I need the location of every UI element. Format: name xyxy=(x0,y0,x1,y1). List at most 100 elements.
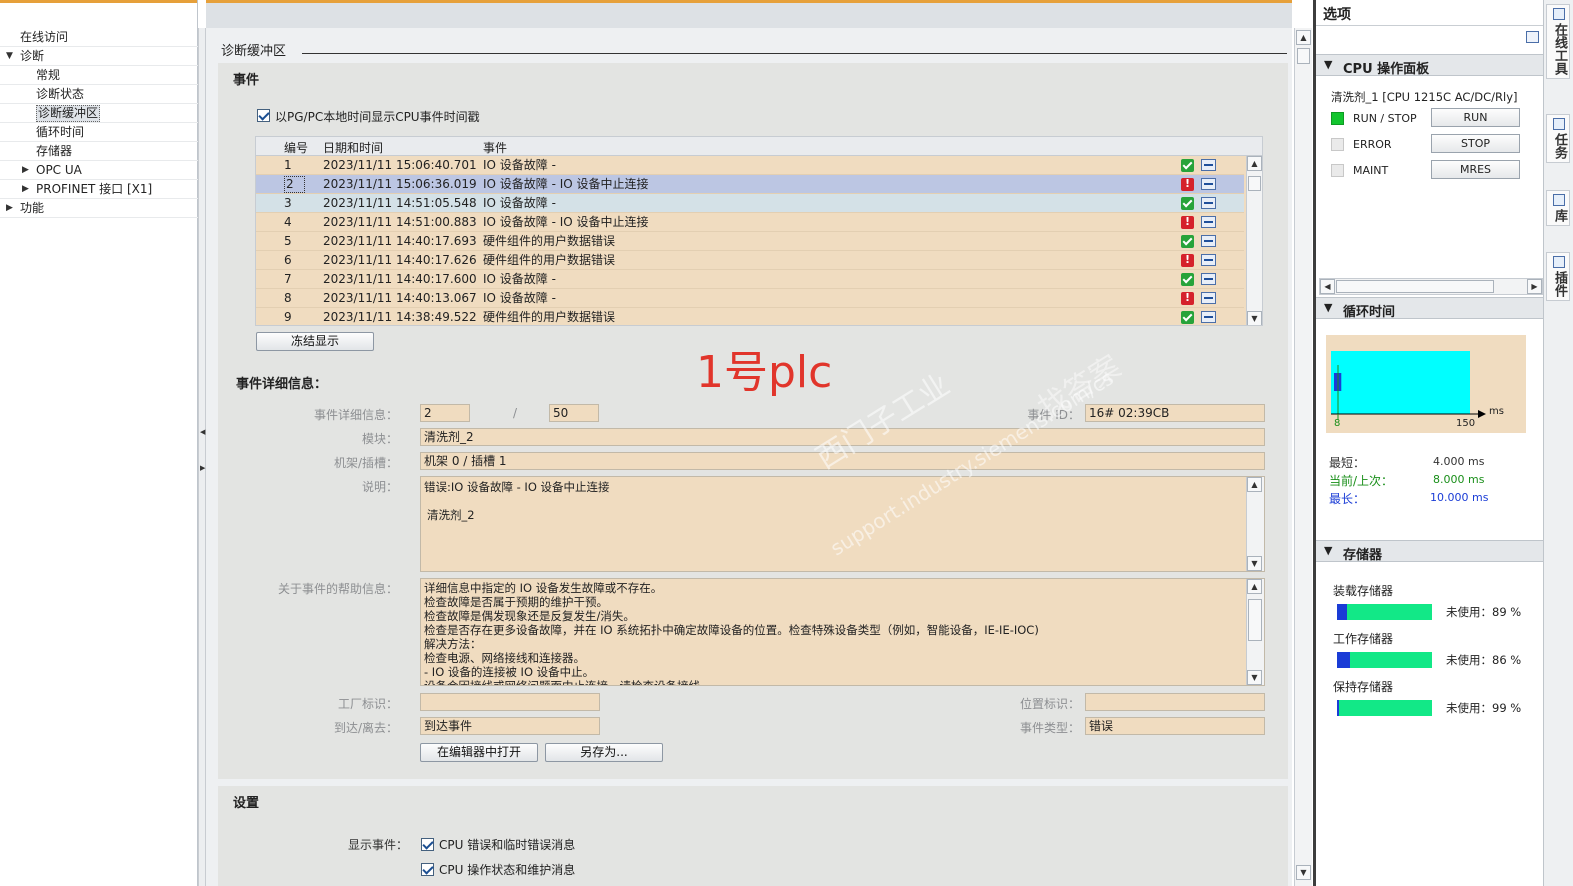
panel-splitter[interactable]: ◀ ▶ xyxy=(198,28,206,886)
table-row[interactable]: 9 2023/11/11 14:38:49.522 硬件组件的用户数据错误 xyxy=(256,308,1244,325)
memory-used-fill xyxy=(1337,652,1351,668)
scroll-up-icon[interactable]: ▲ xyxy=(1247,156,1262,171)
col-header-event[interactable]: 事件 xyxy=(483,139,507,156)
tree-item[interactable]: ▶ 功能 xyxy=(0,199,198,218)
event-id-field: 16# 02:39CB xyxy=(1085,404,1265,422)
incoming-event-icon xyxy=(1201,159,1216,171)
help-line: 检查电源、网络接线和连接器。 xyxy=(424,651,585,665)
table-row[interactable]: 3 2023/11/11 14:51:05.548 IO 设备故障 - xyxy=(256,194,1244,213)
tree-item[interactable]: 在线访问 xyxy=(0,28,198,47)
vertical-tab[interactable]: 任务 xyxy=(1546,114,1570,163)
event-table-header: 编号 日期和时间 事件 xyxy=(256,137,1262,156)
cycle-time-header[interactable]: ▼ 循环时间 xyxy=(1316,297,1543,320)
open-in-editor-button[interactable]: 在编辑器中打开 xyxy=(420,743,538,762)
scroll-thumb[interactable] xyxy=(1248,176,1261,191)
project-tree: 在线访问 ▼ 诊断 常规 诊断状态 诊断缓冲区 循环时间存储器 ▶ OPC UA ▶ PROFINE… xyxy=(0,0,198,886)
status-error-icon xyxy=(1181,213,1194,231)
memory-header[interactable]: ▼ 存储器 xyxy=(1316,540,1543,563)
main-scrollbar[interactable]: ▲ ▼ xyxy=(1294,28,1312,886)
vertical-tab-label: 在线工具 xyxy=(1552,23,1567,75)
tree-item-label: 存储器 xyxy=(36,144,73,158)
scroll-down-icon[interactable]: ▼ xyxy=(1247,311,1262,325)
description-scrollbar[interactable]: ▲ ▼ xyxy=(1246,477,1264,571)
led-label: MAINT xyxy=(1353,164,1389,177)
vertical-tab[interactable]: 在线工具 xyxy=(1546,4,1570,79)
chevron-right-icon[interactable]: ▶ xyxy=(22,180,29,199)
cpu-mode-button[interactable]: MRES xyxy=(1431,160,1520,179)
scroll-up-icon[interactable]: ▲ xyxy=(1247,477,1262,492)
cpu-panel-header[interactable]: ▼ CPU 操作面板 xyxy=(1316,54,1543,77)
location-id-label: 位置标识： xyxy=(1019,697,1080,711)
led-label: RUN / STOP xyxy=(1353,112,1417,125)
shortest-label: 最短： xyxy=(1329,456,1366,470)
help-area[interactable]: 设备会因接线或网络问题而中止连接。请检查设备接线。 - IO 设备的连接被 IO … xyxy=(420,578,1265,686)
cell-event: IO 设备故障 - IO 设备中止连接 xyxy=(483,177,649,191)
tree-item[interactable]: ▼ 诊断 xyxy=(0,47,198,66)
status-error-icon xyxy=(1181,175,1194,193)
scroll-down-icon[interactable]: ▼ xyxy=(1247,556,1262,571)
scroll-thumb[interactable] xyxy=(1336,280,1494,293)
scroll-right-icon[interactable]: ▶ xyxy=(1527,279,1542,294)
scroll-up-icon[interactable]: ▲ xyxy=(1247,579,1262,594)
chevron-down-icon[interactable]: ▼ xyxy=(6,47,13,66)
options-title: 选项 xyxy=(1323,7,1351,23)
tree-item[interactable]: 常规 xyxy=(0,66,198,85)
led-label: ERROR xyxy=(1353,138,1392,151)
tree-item[interactable]: 诊断缓冲区 xyxy=(0,104,198,123)
main-titlebar xyxy=(206,3,1292,28)
tree-item[interactable]: ▶ OPC UA xyxy=(0,161,198,180)
status-led-icon xyxy=(1331,112,1344,125)
scroll-left-icon[interactable]: ◀ xyxy=(1320,279,1335,294)
help-scrollbar[interactable]: ▲ ▼ xyxy=(1246,579,1264,685)
chevron-right-icon[interactable]: ▶ xyxy=(6,199,13,218)
expand-right-icon[interactable]: ▶ xyxy=(200,464,205,472)
table-row[interactable]: 5 2023/11/11 14:40:17.693 硬件组件的用户数据错误 xyxy=(256,232,1244,251)
table-row[interactable]: 6 2023/11/11 14:40:17.626 硬件组件的用户数据错误 xyxy=(256,251,1244,270)
tree-item[interactable]: ▶ PROFINET 接口 [X1] xyxy=(0,180,198,199)
event-table-scrollbar[interactable]: ▲ ▼ xyxy=(1246,156,1262,325)
description-label: 说明： xyxy=(361,480,398,494)
scroll-thumb[interactable] xyxy=(1248,599,1262,641)
freeze-display-button[interactable]: 冻结显示 xyxy=(256,332,374,351)
cell-no: 1 xyxy=(284,158,292,172)
memory-label: 保持存储器 xyxy=(1333,680,1394,694)
save-as-button[interactable]: 另存为... xyxy=(545,743,663,762)
status-led-icon xyxy=(1331,138,1344,151)
local-time-checkbox[interactable] xyxy=(257,109,270,122)
scroll-down-icon[interactable]: ▼ xyxy=(1296,865,1311,880)
scroll-up-icon[interactable]: ▲ xyxy=(1296,30,1311,45)
vertical-tab[interactable]: 库 xyxy=(1546,190,1570,226)
tree-item[interactable]: 循环时间 xyxy=(0,123,198,142)
tree-item[interactable]: 存储器 xyxy=(0,142,198,161)
help-line: 详细信息中指定的 IO 设备发生故障或不存在。 xyxy=(424,581,663,595)
module-label: 模块： xyxy=(361,432,398,446)
incoming-event-icon xyxy=(1201,311,1216,323)
tree-item-label: 功能 xyxy=(20,201,45,215)
cpu-status-checkbox[interactable] xyxy=(421,863,434,876)
vertical-tab[interactable]: 插件 xyxy=(1546,252,1570,301)
cell-datetime: 2023/11/11 15:06:40.701 xyxy=(323,158,477,172)
scroll-down-icon[interactable]: ▼ xyxy=(1247,670,1262,685)
help-line: 检查故障是否属于预期的维护干预。 xyxy=(424,595,608,609)
cpu-error-checkbox[interactable] xyxy=(421,838,434,851)
table-row[interactable]: 4 2023/11/11 14:51:00.883 IO 设备故障 - IO 设备中… xyxy=(256,213,1244,232)
vertical-tab-label: 库 xyxy=(1552,209,1567,222)
table-row[interactable]: 2 2023/11/11 15:06:36.019 IO 设备故障 - IO 设备中… xyxy=(256,175,1244,194)
col-header-no[interactable]: 编号 xyxy=(284,139,308,156)
collapse-left-icon[interactable]: ◀ xyxy=(200,428,205,436)
chevron-right-icon[interactable]: ▶ xyxy=(22,161,29,180)
table-row[interactable]: 8 2023/11/11 14:40:13.067 IO 设备故障 - xyxy=(256,289,1244,308)
tree-item[interactable]: 诊断状态 xyxy=(0,85,198,104)
cpu-mode-button[interactable]: RUN xyxy=(1431,108,1520,127)
col-header-datetime[interactable]: 日期和时间 xyxy=(323,139,383,156)
table-row[interactable]: 1 2023/11/11 15:06:40.701 IO 设备故障 - xyxy=(256,156,1244,175)
table-row[interactable]: 7 2023/11/11 14:40:17.600 IO 设备故障 - xyxy=(256,270,1244,289)
scroll-thumb[interactable] xyxy=(1297,48,1310,64)
pane-layout-icon[interactable] xyxy=(1526,31,1539,43)
in-out-field: 到达事件 xyxy=(420,717,600,735)
detail-info-field[interactable]: 2 xyxy=(420,404,470,422)
cpu-panel-hscroll[interactable]: ◀ ▶ xyxy=(1319,278,1543,295)
cpu-mode-button[interactable]: STOP xyxy=(1431,134,1520,153)
status-ok-icon xyxy=(1181,311,1194,324)
rack-slot-label: 机架/插槽： xyxy=(333,456,398,470)
